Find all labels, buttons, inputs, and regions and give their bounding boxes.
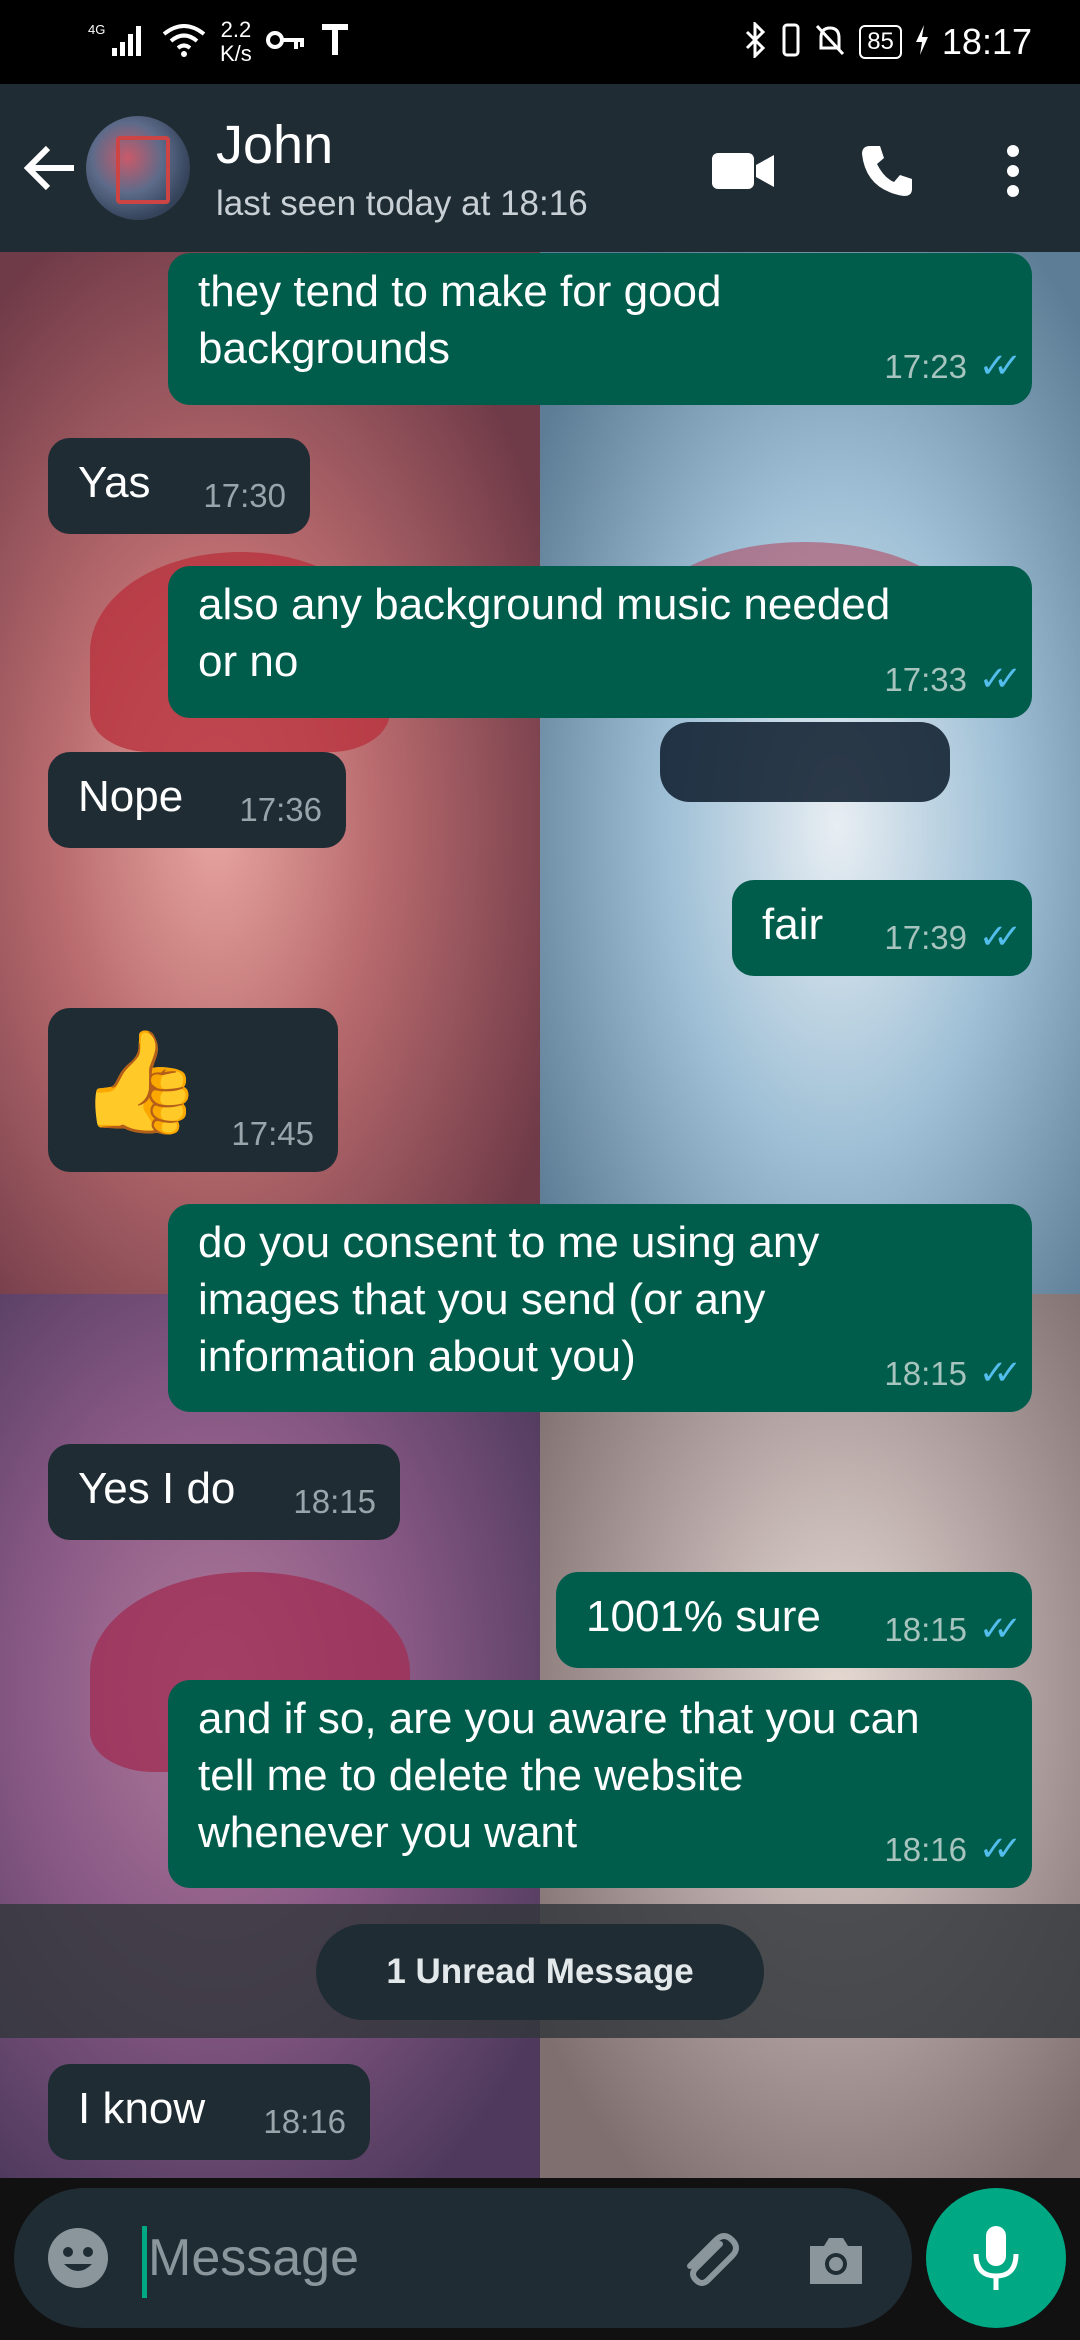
vibrate-icon	[781, 23, 801, 62]
status-left: 4G 2.2 K/s	[88, 14, 350, 70]
more-vertical-icon	[1007, 145, 1019, 197]
message-meta: 18:15	[293, 1473, 376, 1530]
emoji-button[interactable]	[46, 2226, 110, 2290]
message-time: 17:30	[203, 477, 286, 514]
bluetooth-icon	[743, 19, 769, 63]
message-text: do you consent to me using any images th…	[198, 1218, 820, 1381]
signal-icon: 4G	[88, 20, 148, 65]
emoji-icon	[48, 2228, 108, 2288]
voice-message-button[interactable]	[926, 2188, 1066, 2328]
text-cursor	[142, 2226, 147, 2298]
message-bubble-incoming[interactable]: Yes I do 18:15	[48, 1444, 400, 1540]
wifi-icon	[162, 22, 206, 63]
double-check-icon: ✓✓	[979, 1610, 1022, 1648]
double-check-icon: ✓✓	[979, 660, 1022, 698]
vpn-key-icon	[265, 25, 306, 60]
message-meta: 18:15 ✓✓	[884, 1601, 1022, 1658]
speed-unit: K/s	[220, 41, 252, 66]
message-meta: 17:33 ✓✓	[884, 651, 1022, 708]
unread-messages-badge: 1 Unread Message	[316, 1924, 764, 2020]
message-meta: 17:39 ✓✓	[884, 909, 1022, 966]
charging-icon	[914, 24, 930, 60]
message-input[interactable]	[148, 2218, 648, 2298]
message-meta: 18:16	[263, 2093, 346, 2150]
message-bubble-incoming[interactable]: Yas 17:30	[48, 438, 310, 534]
contact-name[interactable]: John	[216, 114, 333, 176]
wallpaper-sunglasses-shape	[660, 722, 950, 802]
message-text: also any background music needed or no	[198, 580, 891, 686]
more-options-button[interactable]	[980, 136, 1046, 206]
message-time: 18:15	[884, 1611, 968, 1648]
double-check-icon: ✓✓	[979, 918, 1022, 956]
chat-area[interactable]: they tend to make for good backgrounds 1…	[0, 252, 1080, 2178]
message-time: 17:36	[239, 791, 322, 828]
microphone-icon	[973, 2226, 1019, 2290]
double-check-icon: ✓✓	[979, 347, 1022, 385]
message-time: 18:16	[263, 2103, 346, 2140]
message-bubble-incoming[interactable]: Nope 17:36	[48, 752, 346, 848]
attach-button[interactable]	[674, 2226, 744, 2296]
message-bubble-outgoing[interactable]: 1001% sure 18:15 ✓✓	[556, 1572, 1032, 1668]
message-text: and if so, are you aware that you can te…	[198, 1694, 920, 1857]
paperclip-icon	[687, 2233, 739, 2286]
message-meta: 17:23 ✓✓	[884, 338, 1022, 395]
message-bubble-incoming[interactable]: I know 18:16	[48, 2064, 370, 2160]
message-meta: 18:16 ✓✓	[884, 1821, 1022, 1878]
camera-icon	[810, 2238, 862, 2284]
video-camera-icon	[712, 153, 774, 189]
status-right: 85 18:17	[743, 14, 1032, 70]
message-meta: 17:36	[239, 781, 322, 838]
message-bubble-outgoing[interactable]: they tend to make for good backgrounds 1…	[168, 253, 1032, 405]
message-time: 18:15	[884, 1355, 968, 1392]
message-meta: 17:30	[203, 467, 286, 524]
bell-off-icon	[813, 22, 847, 63]
last-seen-status: last seen today at 18:16	[216, 184, 588, 223]
svg-text:4G: 4G	[88, 22, 105, 37]
text-t-icon	[320, 23, 350, 62]
message-time: 17:33	[884, 661, 968, 698]
arrow-left-icon	[23, 145, 74, 191]
video-call-button[interactable]	[708, 136, 778, 206]
unread-divider: 1 Unread Message	[0, 1904, 1080, 2038]
message-time: 18:15	[293, 1483, 376, 1520]
message-bubble-incoming[interactable]: 👍 17:45	[48, 1008, 338, 1172]
message-time: 17:45	[231, 1115, 314, 1152]
message-bubble-outgoing[interactable]: do you consent to me using any images th…	[168, 1204, 1032, 1412]
speed-value: 2.2	[220, 17, 252, 42]
message-bubble-outgoing[interactable]: also any background music needed or no 1…	[168, 566, 1032, 718]
chat-header: John last seen today at 18:16	[0, 84, 1080, 252]
double-check-icon: ✓✓	[979, 1830, 1022, 1868]
back-button[interactable]	[20, 140, 80, 196]
battery-level: 85	[859, 25, 902, 59]
double-check-icon: ✓✓	[979, 1354, 1022, 1392]
message-bubble-outgoing[interactable]: fair 17:39 ✓✓	[732, 880, 1032, 976]
message-meta: 17:45	[231, 1105, 314, 1162]
message-time: 17:39	[884, 919, 968, 956]
status-bar: 4G 2.2 K/s 85 18:17	[0, 0, 1080, 84]
message-time: 18:16	[884, 1831, 968, 1868]
voice-call-button[interactable]	[852, 136, 922, 206]
phone-icon	[862, 146, 912, 196]
camera-button[interactable]	[804, 2228, 868, 2292]
message-time: 17:23	[884, 348, 968, 385]
message-bubble-outgoing[interactable]: and if so, are you aware that you can te…	[168, 1680, 1032, 1888]
message-text: they tend to make for good backgrounds	[198, 267, 722, 373]
network-speed: 2.2 K/s	[220, 18, 252, 66]
clock: 18:17	[941, 21, 1032, 62]
avatar[interactable]	[86, 116, 190, 220]
message-meta: 18:15 ✓✓	[884, 1345, 1022, 1402]
message-composer	[14, 2188, 912, 2328]
